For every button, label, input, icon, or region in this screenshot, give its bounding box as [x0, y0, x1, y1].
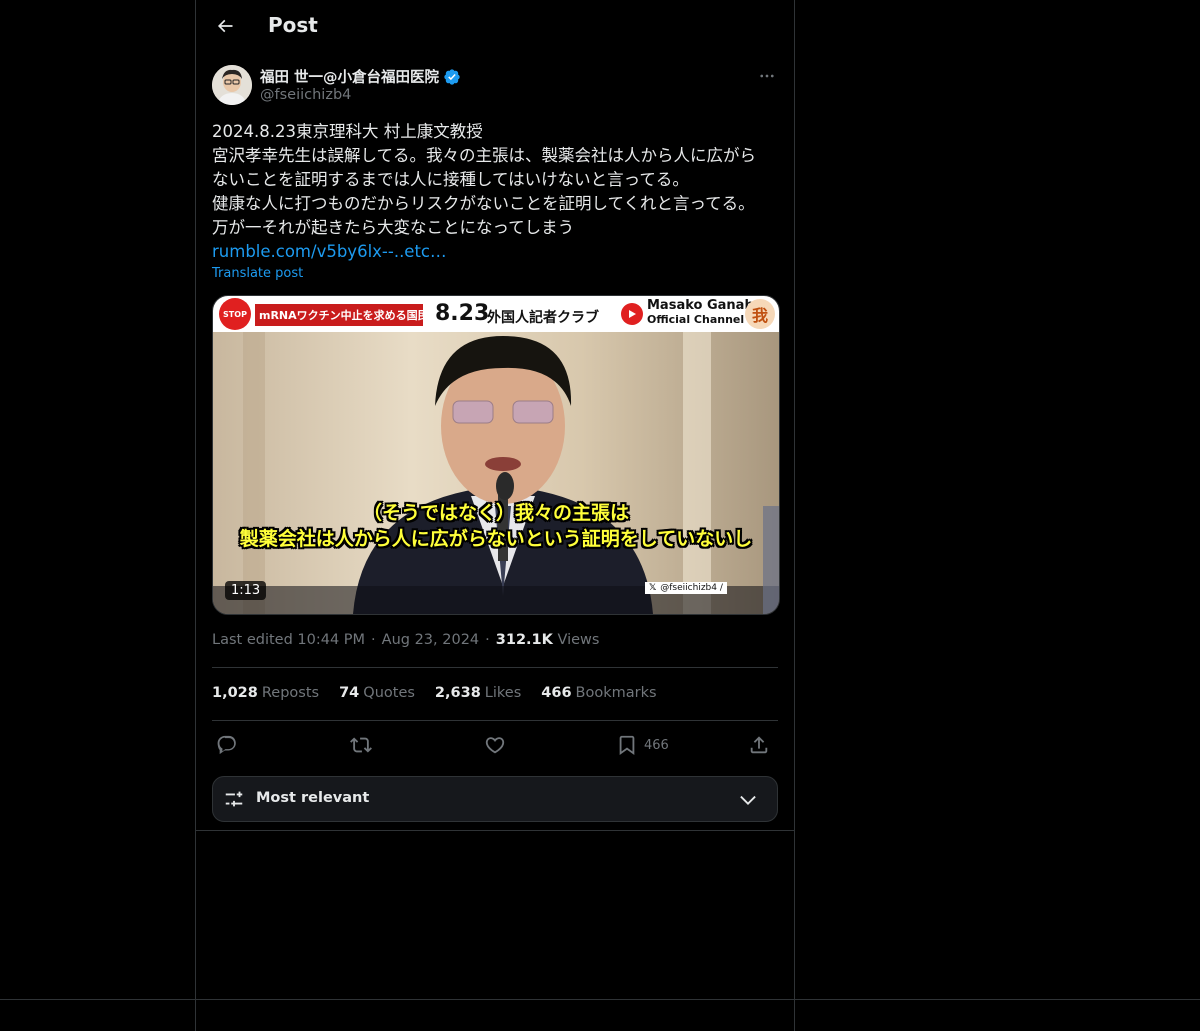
post-column: Post 福田 世一@小倉台福田医院 @fseiichizb4 2024.8.2…	[195, 0, 795, 1031]
x-logo-icon: 𝕏	[649, 583, 657, 593]
video-duration: 1:13	[225, 581, 267, 600]
banner-club: 外国人記者クラブ	[487, 310, 599, 326]
edited-time[interactable]: Last edited 10:44 PM	[212, 632, 365, 648]
bookmarks-stat[interactable]: 466 Bookmarks	[541, 685, 656, 701]
more-options-button[interactable]	[756, 67, 778, 85]
reposts-stat[interactable]: 1,028 Reposts	[212, 685, 319, 701]
post-text: 2024.8.23東京理科大 村上康文教授 宮沢孝幸先生は誤解してる。我々の主張…	[212, 122, 757, 237]
video-frame	[213, 332, 779, 614]
video-banner: STOP mRNAワクチン中止を求める国民連合 8.23 外国人記者クラブ Ma…	[213, 296, 779, 332]
divider	[0, 999, 1200, 1000]
video-subtitle-line2: 製薬会社は人から人に広がらないという証明をしていないし	[239, 528, 753, 550]
post-link[interactable]: rumble.com/v5by6lx--..etc…	[212, 240, 447, 264]
banner-date: 8.23	[435, 301, 490, 326]
translate-post-link[interactable]: Translate post	[212, 266, 303, 281]
reply-icon	[217, 735, 236, 755]
quotes-count: 74	[339, 685, 360, 701]
chevron-down-icon	[740, 795, 756, 805]
share-icon	[750, 736, 768, 754]
page-title: Post	[268, 13, 318, 37]
verified-badge-icon	[444, 68, 460, 85]
repost-icon	[350, 737, 372, 753]
post-meta: Last edited 10:44 PM · Aug 23, 2024 · 31…	[212, 632, 599, 648]
likes-stat[interactable]: 2,638 Likes	[435, 685, 521, 701]
sort-label: Most relevant	[256, 790, 370, 806]
divider	[196, 830, 794, 831]
reply-button[interactable]	[216, 731, 238, 759]
share-button[interactable]	[748, 731, 770, 759]
channel-seal: 我	[745, 299, 775, 329]
quotes-label: Quotes	[363, 685, 415, 701]
stop-logo: STOP	[219, 298, 251, 330]
bookmarks-label: Bookmarks	[575, 685, 657, 701]
arrow-left-icon	[217, 19, 233, 33]
views-count: 312.1K	[495, 632, 553, 648]
bookmark-count: 466	[644, 737, 669, 753]
views-label: Views	[557, 632, 600, 648]
heart-icon	[485, 737, 505, 754]
youtube-icon	[621, 303, 643, 325]
page-header: Post	[196, 0, 794, 54]
author-handle[interactable]: @fseiichizb4	[260, 87, 351, 103]
like-button[interactable]	[484, 731, 506, 759]
reposts-label: Reposts	[261, 685, 320, 701]
repost-button[interactable]	[350, 731, 372, 759]
quotes-stat[interactable]: 74 Quotes	[339, 685, 415, 701]
sliders-icon	[225, 791, 243, 807]
bookmarks-count: 466	[541, 685, 572, 701]
meta-separator: ·	[371, 632, 376, 648]
author-display-name[interactable]: 福田 世一@小倉台福田医院	[260, 66, 439, 87]
author-name[interactable]: 福田 世一@小倉台福田医院	[260, 66, 461, 87]
watermark-handle: @fseiichizb4 /	[660, 583, 723, 593]
reply-sort-selector[interactable]: Most relevant	[212, 776, 778, 822]
post-date[interactable]: Aug 23, 2024	[382, 632, 480, 648]
video-watermark: 𝕏 @fseiichizb4 /	[645, 582, 727, 594]
reposts-count: 1,028	[212, 685, 258, 701]
back-button[interactable]	[208, 9, 242, 43]
bookmark-icon	[619, 735, 635, 756]
bookmark-button[interactable]: 466	[616, 731, 669, 759]
banner-organization: mRNAワクチン中止を求める国民連合	[255, 304, 423, 326]
post-stats: 1,028 Reposts 74 Quotes 2,638 Likes 466 Book…	[212, 685, 657, 701]
meta-separator: ·	[485, 632, 490, 648]
likes-count: 2,638	[434, 685, 481, 701]
divider	[212, 720, 778, 721]
likes-label: Likes	[484, 685, 522, 701]
post-author: 福田 世一@小倉台福田医院 @fseiichizb4	[212, 65, 778, 107]
avatar[interactable]	[212, 65, 252, 105]
action-bar: 466	[212, 731, 778, 759]
more-horizontal-icon	[760, 74, 774, 78]
video-player[interactable]: STOP mRNAワクチン中止を求める国民連合 8.23 外国人記者クラブ Ma…	[212, 295, 780, 615]
video-subtitle-line1: （そうではなく）我々の主張は	[362, 502, 629, 524]
divider	[212, 667, 778, 668]
